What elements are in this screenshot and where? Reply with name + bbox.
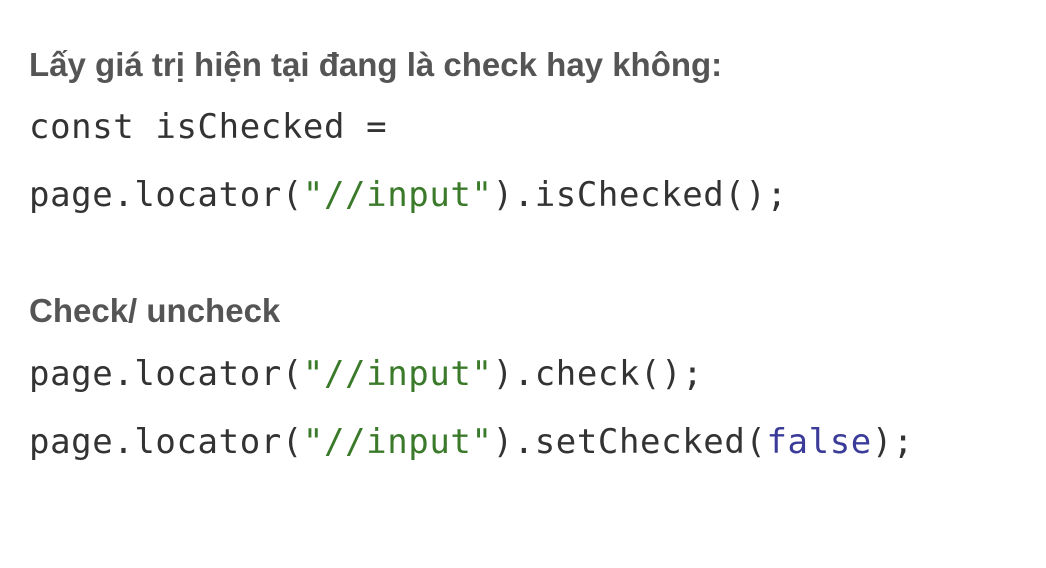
code-suffix: ).check(); [492,354,704,394]
code-line-ischecked-call: page.locator("//input").isChecked(); [29,178,788,212]
check-uncheck-heading: Check/ uncheck [29,292,281,329]
code-line-const-ischecked: const isChecked = [29,107,388,147]
code-suffix: ); [871,422,914,462]
code-method: ).setChecked( [492,422,767,462]
slide-content: Lấy giá trị hiện tại đang là check hay k… [0,0,1046,568]
code-line-setchecked-call: page.locator("//input").setChecked(false… [29,425,914,459]
is-checked-heading: Lấy giá trị hiện tại đang là check hay k… [29,46,723,83]
code-line-check-call: page.locator("//input").check(); [29,357,703,391]
code-string-literal: "//input" [302,175,493,215]
code-string-literal: "//input" [302,422,493,462]
code-prefix: page.locator( [29,354,303,394]
code-string-literal: "//input" [302,354,493,394]
code-keyword-false: false [766,422,872,462]
code-prefix: page.locator( [29,422,303,462]
code-suffix: ).isChecked(); [492,175,788,215]
code-prefix: page.locator( [29,175,303,215]
